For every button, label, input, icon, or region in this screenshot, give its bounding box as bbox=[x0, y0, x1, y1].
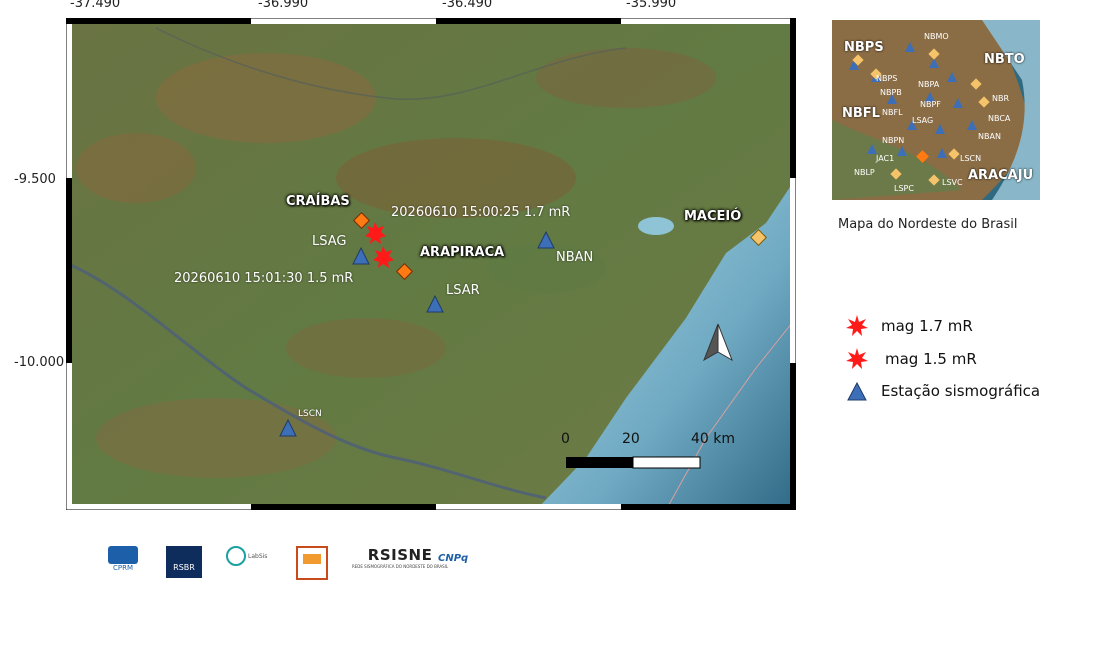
labsis-logo[interactable]: LabSis bbox=[226, 546, 267, 566]
cprm-logo-text: CPRM bbox=[112, 564, 133, 572]
event-label-1: 20260610 15:00:25 1.7 mR bbox=[391, 205, 571, 220]
lagoon bbox=[638, 217, 674, 235]
inset-small-label: NBR bbox=[992, 94, 1010, 103]
inset-small-label: JAC1 bbox=[876, 154, 895, 163]
station-label-nban: NBAN bbox=[556, 250, 594, 265]
rsbr-logo-text: RSBR bbox=[173, 563, 195, 572]
blue-triangle-icon bbox=[847, 381, 867, 401]
labsis-logo-text: LabSis bbox=[248, 552, 268, 560]
inset-small-label: LSVC bbox=[942, 178, 963, 187]
cnpq-logo-text: CNPq bbox=[438, 553, 469, 564]
inset-small-label: NBPN bbox=[882, 136, 905, 145]
rsisne-logo-subtext: REDE SISMOGRÁFICA DO NORDESTE DO BRASIL bbox=[352, 564, 449, 569]
inset-small-label: LSAG bbox=[912, 116, 934, 125]
station-label-lsag: LSAG bbox=[312, 234, 347, 249]
inset-small-label: LSCN bbox=[960, 154, 982, 163]
inset-small-label: NBMO bbox=[924, 32, 949, 41]
station-label-lscn: LSCN bbox=[298, 409, 322, 419]
event-label-2: 20260610 15:01:30 1.5 mR bbox=[174, 271, 354, 286]
station-label-lsar: LSAR bbox=[446, 283, 480, 298]
map-canvas bbox=[66, 18, 796, 510]
inset-map[interactable]: NBPS NBTO NBFL ARACAJU NBMO NBPS NBPB NB… bbox=[832, 20, 1040, 200]
legend-item-station: Estação sismográfica bbox=[845, 379, 1040, 403]
inset-small-label: NBCA bbox=[988, 114, 1011, 123]
inset-small-label: NBLP bbox=[854, 168, 875, 177]
legend-item-mag-1-5: mag 1.5 mR bbox=[845, 347, 977, 371]
rsisne-logo[interactable]: RSISNE REDE SISMOGRÁFICA DO NORDESTE DO … bbox=[352, 546, 448, 569]
scale-label-40: 40 km bbox=[691, 431, 736, 447]
lat-tick-2: -10.000 bbox=[14, 355, 65, 370]
scale-label-20: 20 bbox=[622, 431, 640, 447]
legend-label: mag 1.7 mR bbox=[881, 317, 973, 335]
red-star-icon bbox=[846, 348, 868, 369]
lon-tick-2: -36.990 bbox=[258, 0, 309, 11]
red-star-icon bbox=[846, 315, 868, 336]
legend-item-mag-1-7: mag 1.7 mR bbox=[845, 314, 973, 338]
legend-label: mag 1.5 mR bbox=[885, 350, 977, 368]
inset-label-nbps: NBPS bbox=[844, 40, 884, 55]
city-label-craibas: CRAÍBAS bbox=[286, 194, 350, 209]
city-label-maceio: MACEIÓ bbox=[684, 209, 742, 224]
lon-tick-1: -37.490 bbox=[70, 0, 121, 11]
inset-small-label: NBPF bbox=[920, 100, 941, 109]
inset-caption: Mapa do Nordeste do Brasil bbox=[838, 217, 1018, 232]
inset-small-label: NBFL bbox=[882, 108, 903, 117]
scale-label-0: 0 bbox=[561, 431, 570, 447]
lon-tick-4: -35.990 bbox=[626, 0, 677, 11]
inset-label-nbfl: NBFL bbox=[842, 106, 880, 121]
city-label-arapiraca: ARAPIRACA bbox=[420, 245, 505, 260]
cprm-logo[interactable]: CPRM bbox=[108, 546, 138, 572]
rsbr-logo[interactable]: RSBR bbox=[166, 546, 202, 578]
university-logo[interactable] bbox=[296, 546, 328, 580]
inset-small-label: NBPB bbox=[880, 88, 902, 97]
inset-small-label: NBPA bbox=[918, 80, 940, 89]
cnpq-logo[interactable]: CNPq bbox=[438, 553, 468, 564]
lon-tick-3: -36.490 bbox=[442, 0, 493, 11]
inset-small-label: LSPC bbox=[894, 184, 914, 193]
main-map[interactable]: CRAÍBAS ARAPIRACA MACEIÓ LSAG LSAR NBAN … bbox=[66, 18, 796, 510]
legend-label: Estação sismográfica bbox=[881, 382, 1041, 400]
rsisne-logo-text: RSISNE bbox=[367, 546, 433, 564]
inset-label-nbto: NBTO bbox=[984, 52, 1025, 67]
inset-small-label: NBPS bbox=[876, 74, 898, 83]
scale-bar bbox=[566, 456, 701, 469]
inset-label-aracaju: ARACAJU bbox=[968, 168, 1034, 183]
lat-tick-1: -9.500 bbox=[14, 172, 56, 187]
inset-small-label: NBAN bbox=[978, 132, 1001, 141]
